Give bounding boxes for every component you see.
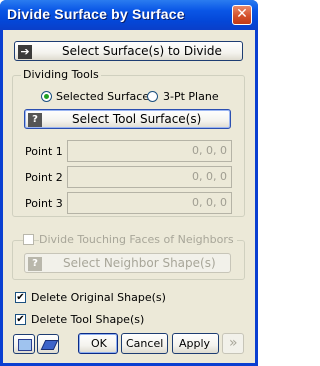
cancel-button[interactable]: Cancel [121,333,168,354]
divide-neighbors-label: Divide Touching Faces of Neighbors [39,233,237,246]
image-tool-button[interactable] [13,334,35,354]
chevron-double-right-icon: » [229,335,238,351]
cancel-label: Cancel [126,337,164,350]
eraser-tool-button[interactable] [37,334,59,354]
delete-original-label: Delete Original Shape(s) [31,291,166,304]
close-icon: ✕ [236,6,248,22]
delete-tool-checkbox[interactable]: ✔ [15,314,26,325]
divide-neighbors-checkbox[interactable] [23,234,34,245]
image-icon [18,339,32,351]
delete-tool-label: Delete Tool Shape(s) [31,313,145,326]
point-1-label: Point 1 [25,145,63,158]
apply-label: Apply [179,337,211,350]
select-tool-label: Select Tool Surface(s) [72,112,202,126]
title-bar[interactable]: Divide Surface by Surface ✕ [0,0,258,30]
question-icon: ? [28,113,42,127]
apply-button[interactable]: Apply [172,333,219,354]
question-icon: ? [28,257,42,271]
delete-original-checkbox[interactable]: ✔ [15,292,26,303]
dialog-body: ➔ Select Surface(s) to Divide Dividing T… [3,30,255,363]
ok-label: OK [91,337,107,350]
select-neighbor-label: Select Neighbor Shape(s) [63,256,216,270]
point-2-field[interactable]: 0, 0, 0 [67,166,232,188]
radio-3pt-plane[interactable] [147,91,158,102]
dialog-window: Divide Surface by Surface ✕ ➔ Select Sur… [0,0,258,366]
arrow-right-icon: ➔ [18,45,32,59]
select-tool-surfaces-button[interactable]: ? Select Tool Surface(s) [24,109,231,129]
radio-selected-surface[interactable] [41,91,52,102]
radio-3pt-plane-label: 3-Pt Plane [163,90,219,103]
point-3-label: Point 3 [25,197,63,210]
eraser-icon [40,340,59,350]
point-1-field[interactable]: 0, 0, 0 [67,140,232,162]
select-neighbor-button[interactable]: ? Select Neighbor Shape(s) [24,253,231,273]
radio-selected-surface-label: Selected Surface [56,90,150,103]
point-3-field[interactable]: 0, 0, 0 [67,192,232,214]
point-2-label: Point 2 [25,171,63,184]
dividing-tools-legend: Dividing Tools [21,68,101,81]
close-button[interactable]: ✕ [232,5,252,25]
dialog-title: Divide Surface by Surface [7,6,185,22]
select-surfaces-label: Select Surface(s) to Divide [62,44,222,58]
select-surfaces-button[interactable]: ➔ Select Surface(s) to Divide [14,41,243,61]
ok-button[interactable]: OK [78,333,118,354]
more-button[interactable]: » [222,333,244,354]
